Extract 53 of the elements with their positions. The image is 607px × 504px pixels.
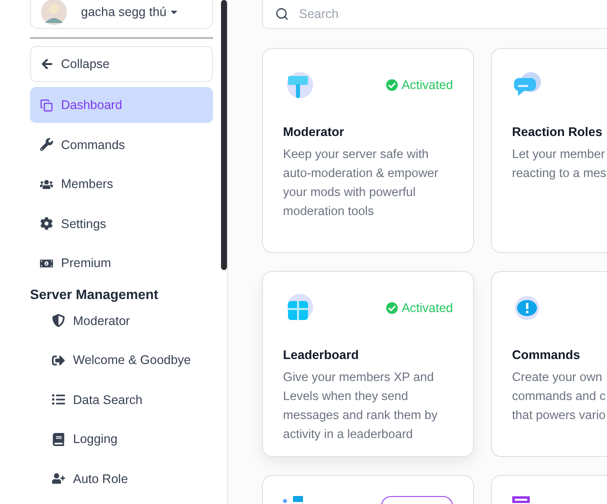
- card-description: activity in a leaderboard: [283, 426, 414, 443]
- banknote-icon: [40, 256, 53, 270]
- sidebar-item[interactable]: Auto Role: [30, 460, 213, 496]
- card-description: your mods with powerful: [283, 184, 417, 201]
- card-description: that powers vario: [512, 407, 607, 424]
- card-title: Commands: [512, 348, 582, 362]
- avatar: [41, 0, 67, 25]
- feature-card[interactable]: Commands Create your own commands and c that powers vario: [491, 271, 607, 457]
- sidebar-item[interactable]: Moderator: [30, 302, 213, 338]
- card-description: Let your member: [512, 146, 606, 163]
- user-card[interactable]: gacha segg thú: [30, 0, 213, 29]
- collapse-button[interactable]: Collapse: [30, 46, 213, 82]
- card-title: Moderator: [283, 125, 346, 139]
- gear-icon: [40, 217, 53, 230]
- section-heading: Server Management: [30, 286, 160, 302]
- feature-card[interactable]: Activated Moderator Keep your server safe with auto-moderation & empower your mods with powerful moderation tools: [262, 48, 474, 253]
- search-field[interactable]: Search: [262, 0, 607, 29]
- shield-icon: [52, 314, 65, 327]
- activated-status: Activated: [386, 301, 453, 315]
- sidebar-item[interactable]: Members: [30, 166, 213, 202]
- sidebar-item[interactable]: Dashboard: [30, 87, 213, 123]
- card-description: commands and c: [512, 388, 607, 405]
- search-icon: [275, 7, 289, 21]
- card-description: auto-moderation & empower: [283, 165, 440, 182]
- card-description: Keep your server safe with: [283, 146, 430, 163]
- book-icon: [52, 432, 65, 446]
- sidebar-item[interactable]: Welcome & Goodbye: [30, 342, 213, 378]
- sidebar-item[interactable]: Settings: [30, 206, 213, 242]
- card-description: moderation tools: [283, 203, 375, 220]
- arrow-left-icon: [41, 58, 53, 70]
- activated-status: Activated: [386, 78, 453, 92]
- user-name[interactable]: gacha segg thú: [81, 5, 178, 19]
- card-title: Leaderboard: [283, 348, 360, 362]
- sidebar-item[interactable]: Logging: [30, 421, 213, 457]
- card-description: Create your own: [512, 369, 604, 386]
- user-plus-icon: [52, 472, 65, 485]
- card-description: Levels when they send: [283, 388, 410, 405]
- sign-out-icon: [52, 354, 65, 366]
- flag-icon: [283, 496, 305, 503]
- copy-icon: [40, 98, 53, 112]
- users-icon: [40, 178, 53, 190]
- list-icon: [52, 393, 65, 406]
- card-description: messages and rank them by: [283, 407, 438, 424]
- sidebar-item[interactable]: Commands: [30, 126, 213, 162]
- wrench-icon: [40, 138, 53, 151]
- card-description: reacting to a mes: [512, 165, 607, 182]
- scrollbar-thumb[interactable]: [221, 0, 227, 270]
- sidebar-item[interactable]: Data Search: [30, 382, 213, 418]
- card-title: Reaction Roles: [512, 125, 604, 139]
- feature-card[interactable]: Reaction Roles Let your member reacting to a mes: [491, 48, 607, 253]
- feature-card[interactable]: Activated Leaderboard Give your members XP and Levels when they send messages and rank them by activity in a leaderboard: [262, 271, 474, 457]
- sidebar-item[interactable]: Premium: [30, 245, 213, 281]
- card-description: Give your members XP and: [283, 369, 435, 386]
